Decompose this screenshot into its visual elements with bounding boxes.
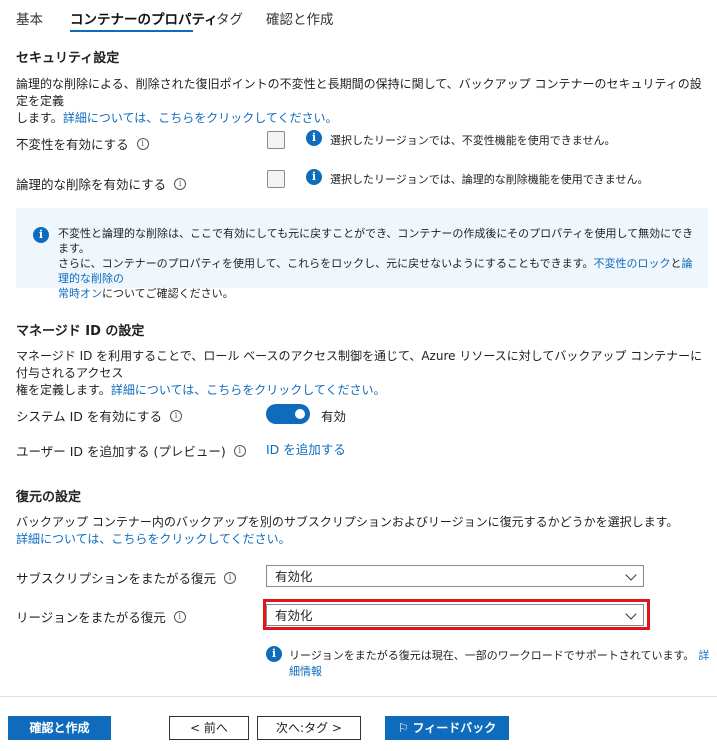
immutability-label: 不変性を有効にする i (16, 134, 149, 153)
info-icon: i (306, 169, 322, 185)
cross-subscription-select[interactable]: 有効化 (266, 565, 644, 587)
immutability-label-text: 不変性を有効にする (16, 137, 129, 152)
immutability-lock-link[interactable]: 不変性のロック (593, 257, 670, 270)
user-identity-label: ユーザー ID を追加する (プレビュー) i (16, 441, 246, 460)
restore-description: バックアップ コンテナー内のバックアップを別のサブスクリプションおよびリージョン… (16, 514, 706, 548)
info-icon[interactable]: i (233, 444, 246, 457)
info-icon[interactable]: i (224, 571, 237, 584)
highlight-box (263, 599, 650, 630)
cross-subscription-label: サブスクリプションをまたがる復元 i (16, 568, 237, 587)
cross-subscription-value: 有効化 (275, 569, 313, 584)
security-section-title: セキュリティ設定 (16, 51, 120, 66)
tab-basics[interactable]: 基本 (16, 8, 43, 28)
identity-desc-line2: 権を定義します。 (16, 383, 111, 397)
system-identity-label: システム ID を有効にする i (16, 406, 183, 425)
feedback-button[interactable]: ⚐ フィードバック (385, 716, 509, 740)
cross-region-label: リージョンをまたがる復元 i (16, 607, 186, 626)
cross-region-note: リージョンをまたがる復元は現在、一部のワークロードでサポートされています。 詳細情… (289, 647, 717, 679)
cross-region-label-text: リージョンをまたがる復元 (16, 610, 166, 625)
next-button[interactable]: 次へ:タグ > (257, 716, 361, 740)
cross-subscription-label-text: サブスクリプションをまたがる復元 (16, 571, 217, 586)
system-identity-toggle[interactable] (266, 404, 310, 424)
restore-desc-text: バックアップ コンテナー内のバックアップを別のサブスクリプションおよびリージョン… (16, 515, 679, 529)
banner-suffix: についてご確認ください。 (102, 287, 234, 300)
softdelete-note: 選択したリージョンでは、論理的な削除機能を使用できません。 (330, 173, 649, 186)
system-identity-value: 有効 (321, 409, 347, 424)
tab-vault-properties[interactable]: コンテナーのプロパティ (70, 8, 218, 28)
security-desc-line1: 論理的な削除による、削除された復旧ポイントの不変性と長期間の保持に関して、バック… (16, 77, 702, 108)
footer-divider (0, 696, 717, 697)
info-icon: i (33, 227, 49, 243)
previous-button[interactable]: < 前へ (169, 716, 249, 740)
identity-section-title: マネージド ID の設定 (16, 324, 145, 339)
banner-line1: 不変性と論理的な削除は、ここで有効にしても元に戻すことができ、コンテナーの作成後… (58, 227, 694, 255)
security-learn-more-link[interactable]: 詳細については、こちらをクリックしてください。 (63, 111, 338, 125)
review-create-button[interactable]: 確認と作成 (8, 716, 111, 740)
softdelete-checkbox[interactable] (267, 170, 285, 188)
feedback-icon: ⚐ (397, 721, 409, 735)
active-tab-indicator (70, 30, 193, 32)
info-icon[interactable]: i (174, 177, 187, 190)
identity-desc-line1: マネージド ID を利用することで、ロール ベースのアクセス制御を通じて、Azu… (16, 349, 703, 380)
banner-line2: さらに、コンテナーのプロパティを使用して、これらをロックし、元に戻せないようにす… (58, 257, 594, 270)
tab-tags[interactable]: タグ (216, 8, 243, 28)
immutability-checkbox[interactable] (267, 131, 285, 149)
softdelete-label: 論理的な削除を有効にする i (16, 174, 187, 193)
softdelete-always-on-link-b[interactable]: 常時オン (58, 287, 102, 300)
banner-and: と (670, 257, 682, 270)
identity-description: マネージド ID を利用することで、ロール ベースのアクセス制御を通じて、Azu… (16, 348, 706, 399)
security-description: 論理的な削除による、削除された復旧ポイントの不変性と長期間の保持に関して、バック… (16, 76, 706, 127)
restore-learn-more-link[interactable]: 詳細については、こちらをクリックしてください。 (16, 532, 291, 546)
system-identity-label-text: システム ID を有効にする (16, 409, 163, 424)
add-identity-link[interactable]: ID を追加する (266, 439, 346, 458)
tab-review-create[interactable]: 確認と作成 (266, 8, 334, 28)
info-icon[interactable]: i (173, 610, 186, 623)
toggle-knob (295, 409, 305, 419)
info-icon: i (306, 130, 322, 146)
info-banner-text: 不変性と論理的な削除は、ここで有効にしても元に戻すことができ、コンテナーの作成後… (58, 226, 698, 301)
chevron-down-icon (625, 569, 637, 581)
immutability-note: 選択したリージョンでは、不変性機能を使用できません。 (330, 134, 616, 147)
cross-region-note-text: リージョンをまたがる復元は現在、一部のワークロードでサポートされています。 (289, 649, 695, 662)
info-icon[interactable]: i (136, 137, 149, 150)
softdelete-label-text: 論理的な削除を有効にする (16, 177, 167, 192)
security-desc-line2: します。 (16, 111, 63, 125)
user-identity-label-text: ユーザー ID を追加する (プレビュー) (16, 444, 226, 459)
identity-learn-more-link[interactable]: 詳細については、こちらをクリックしてください。 (111, 383, 386, 397)
info-icon: i (266, 646, 282, 662)
feedback-label: フィードバック (412, 721, 497, 735)
restore-section-title: 復元の設定 (16, 490, 82, 505)
info-icon[interactable]: i (170, 409, 183, 422)
